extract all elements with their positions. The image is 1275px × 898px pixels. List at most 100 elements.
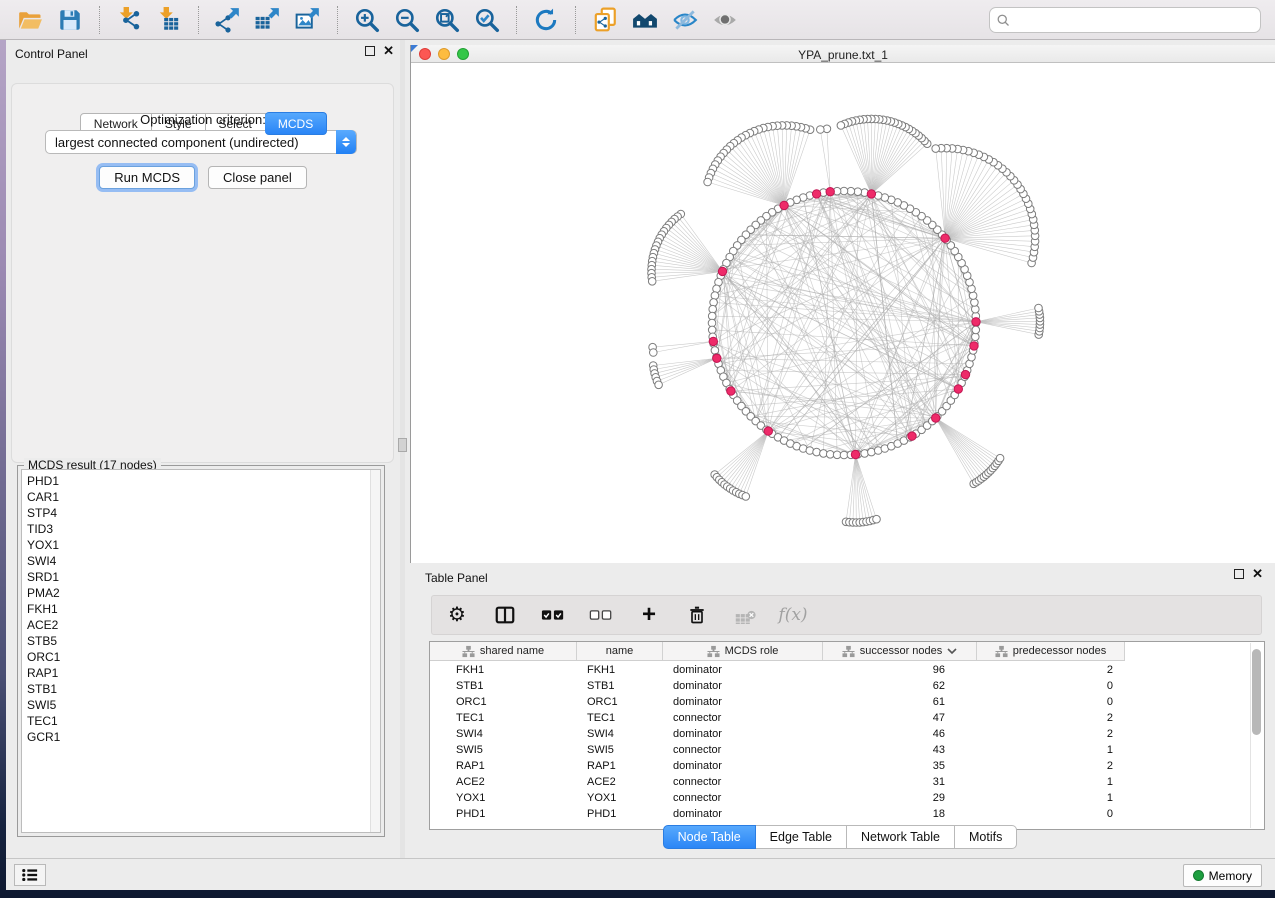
memory-button[interactable]: Memory xyxy=(1183,864,1262,887)
table-cell[interactable]: connector xyxy=(663,744,823,756)
table-cell[interactable]: 1 xyxy=(977,792,1125,804)
result-node-item[interactable]: SWI5 xyxy=(22,697,380,713)
table-scrollbar-thumb[interactable] xyxy=(1252,649,1261,735)
hide-selected-button[interactable] xyxy=(665,4,705,36)
table-cell[interactable]: SWI5 xyxy=(577,744,663,756)
table-cell[interactable]: 47 xyxy=(823,712,977,724)
table-cell[interactable]: 0 xyxy=(977,696,1125,708)
result-node-item[interactable]: TEC1 xyxy=(22,713,380,729)
table-cell[interactable]: 18 xyxy=(823,808,977,820)
table-cell[interactable]: 2 xyxy=(977,728,1125,740)
table-cell[interactable]: dominator xyxy=(663,728,823,740)
table-cell[interactable]: TEC1 xyxy=(577,712,663,724)
delete-column-button[interactable] xyxy=(684,602,710,628)
table-cell[interactable]: FKH1 xyxy=(430,664,577,676)
table-cell[interactable]: 1 xyxy=(977,776,1125,788)
table-cell[interactable]: YOX1 xyxy=(430,792,577,804)
close-panel-button[interactable]: Close panel xyxy=(208,166,307,189)
table-cell[interactable]: 0 xyxy=(977,808,1125,820)
result-node-item[interactable]: TID3 xyxy=(22,521,380,537)
result-node-item[interactable]: GCR1 xyxy=(22,729,380,745)
table-cell[interactable]: PHD1 xyxy=(430,808,577,820)
search-input[interactable] xyxy=(1011,13,1254,27)
result-node-item[interactable]: STB1 xyxy=(22,681,380,697)
column-header-shared-name[interactable]: shared name xyxy=(430,642,577,660)
result-list-scrollbar[interactable] xyxy=(370,470,380,832)
table-cell[interactable]: STB1 xyxy=(577,680,663,692)
table-row[interactable]: RAP1RAP1dominator352 xyxy=(430,758,1250,774)
table-cell[interactable]: FKH1 xyxy=(577,664,663,676)
table-cell[interactable]: SWI5 xyxy=(430,744,577,756)
first-neighbors-button[interactable] xyxy=(625,4,665,36)
save-session-button[interactable] xyxy=(50,4,90,36)
select-all-checkboxes-button[interactable] xyxy=(540,602,566,628)
result-node-item[interactable]: STP4 xyxy=(22,505,380,521)
table-row[interactable]: ACE2ACE2connector311 xyxy=(430,774,1250,790)
table-cell[interactable]: 61 xyxy=(823,696,977,708)
table-cell[interactable]: 0 xyxy=(977,680,1125,692)
table-cell[interactable]: STB1 xyxy=(430,680,577,692)
network-canvas[interactable] xyxy=(411,63,1275,563)
float-panel-icon[interactable] xyxy=(365,46,375,56)
add-column-button[interactable]: + xyxy=(636,602,662,628)
table-scrollbar[interactable] xyxy=(1250,643,1262,828)
table-cell[interactable]: 46 xyxy=(823,728,977,740)
result-node-item[interactable]: PHD1 xyxy=(22,473,380,489)
table-cell[interactable]: connector xyxy=(663,712,823,724)
export-network-button[interactable] xyxy=(208,4,248,36)
table-cell[interactable]: ORC1 xyxy=(430,696,577,708)
table-cell[interactable]: dominator xyxy=(663,696,823,708)
column-header-name[interactable]: name xyxy=(577,642,663,660)
table-row[interactable]: SWI4SWI4dominator462 xyxy=(430,726,1250,742)
close-panel-icon[interactable]: ✕ xyxy=(383,46,394,56)
table-cell[interactable]: ACE2 xyxy=(430,776,577,788)
result-node-item[interactable]: STB5 xyxy=(22,633,380,649)
table-cell[interactable]: 2 xyxy=(977,712,1125,724)
result-node-item[interactable]: SWI4 xyxy=(22,553,380,569)
zoom-fit-button[interactable] xyxy=(427,4,467,36)
table-cell[interactable]: dominator xyxy=(663,760,823,772)
export-table-button[interactable] xyxy=(248,4,288,36)
table-row[interactable]: YOX1YOX1connector291 xyxy=(430,790,1250,806)
table-cell[interactable]: 96 xyxy=(823,664,977,676)
split-columns-button[interactable] xyxy=(492,602,518,628)
table-cell[interactable]: RAP1 xyxy=(430,760,577,772)
table-cell[interactable]: SWI4 xyxy=(577,728,663,740)
column-header-MCDS-role[interactable]: MCDS role xyxy=(663,642,823,660)
table-cell[interactable]: 2 xyxy=(977,760,1125,772)
table-cell[interactable]: ACE2 xyxy=(577,776,663,788)
tab-mcds[interactable]: MCDS xyxy=(265,112,327,135)
result-node-item[interactable]: SRD1 xyxy=(22,569,380,585)
zoom-out-button[interactable] xyxy=(387,4,427,36)
export-image-button[interactable] xyxy=(288,4,328,36)
tab-motifs[interactable]: Motifs xyxy=(955,825,1017,849)
mcds-result-list[interactable]: PHD1CAR1STP4TID3YOX1SWI4SRD1PMA2FKH1ACE2… xyxy=(21,469,381,833)
table-cell[interactable]: dominator xyxy=(663,680,823,692)
close-table-panel-icon[interactable]: ✕ xyxy=(1252,569,1263,579)
table-cell[interactable]: connector xyxy=(663,776,823,788)
table-settings-button[interactable]: ⚙ xyxy=(444,602,470,628)
network-titlebar[interactable]: YPA_prune.txt_1 xyxy=(411,45,1275,63)
table-cell[interactable]: 2 xyxy=(977,664,1125,676)
table-row[interactable]: TEC1TEC1connector472 xyxy=(430,710,1250,726)
result-node-item[interactable]: YOX1 xyxy=(22,537,380,553)
table-cell[interactable]: 35 xyxy=(823,760,977,772)
tab-edge-table[interactable]: Edge Table xyxy=(756,825,847,849)
table-cell[interactable]: RAP1 xyxy=(577,760,663,772)
result-node-item[interactable]: ACE2 xyxy=(22,617,380,633)
result-node-item[interactable]: RAP1 xyxy=(22,665,380,681)
table-cell[interactable]: TEC1 xyxy=(430,712,577,724)
result-node-item[interactable]: PMA2 xyxy=(22,585,380,601)
table-cell[interactable]: connector xyxy=(663,792,823,804)
table-cell[interactable]: dominator xyxy=(663,808,823,820)
tab-network-table[interactable]: Network Table xyxy=(847,825,955,849)
import-network-button[interactable] xyxy=(109,4,149,36)
open-file-button[interactable] xyxy=(10,4,50,36)
table-row[interactable]: SWI5SWI5connector431 xyxy=(430,742,1250,758)
table-cell[interactable]: SWI4 xyxy=(430,728,577,740)
table-cell[interactable]: 1 xyxy=(977,744,1125,756)
table-cell[interactable]: 62 xyxy=(823,680,977,692)
refresh-button[interactable] xyxy=(526,4,566,36)
result-node-item[interactable]: FKH1 xyxy=(22,601,380,617)
table-row[interactable]: ORC1ORC1dominator610 xyxy=(430,694,1250,710)
